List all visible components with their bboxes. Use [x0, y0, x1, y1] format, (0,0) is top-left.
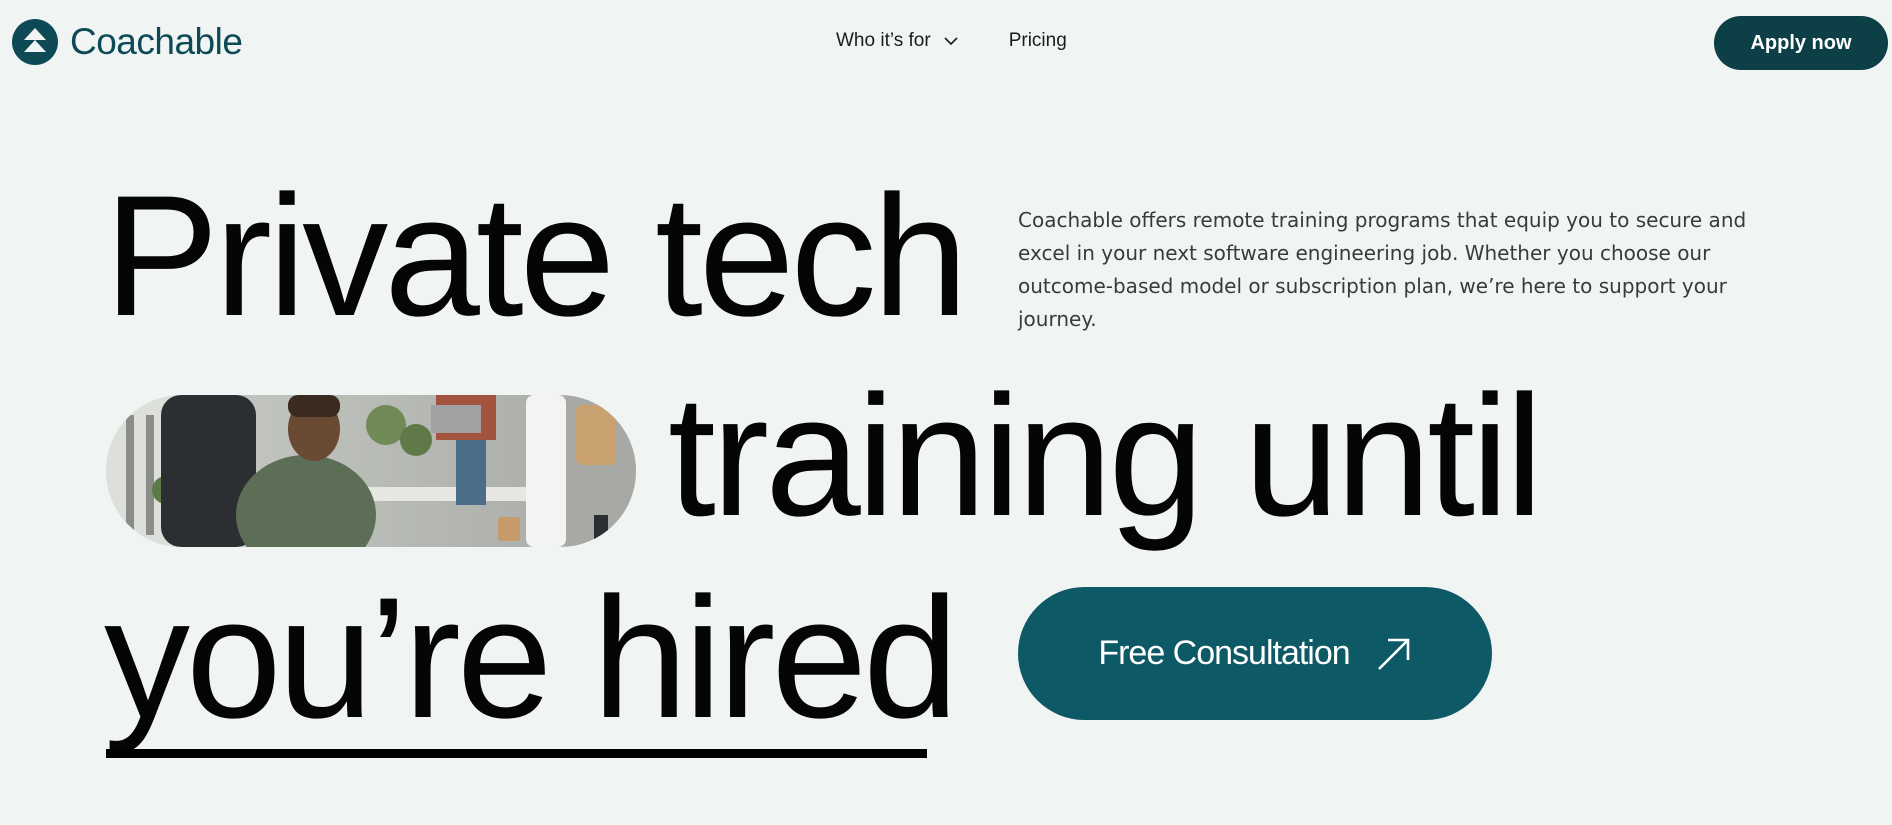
hero-photo — [106, 395, 636, 547]
apply-now-button[interactable]: Apply now — [1714, 16, 1888, 70]
hero-intro-text: Coachable offers remote training program… — [1018, 208, 1747, 331]
arrow-up-right-icon — [1377, 638, 1409, 670]
coachable-logo-icon — [12, 19, 58, 65]
nav-item-pricing[interactable]: Pricing — [1009, 30, 1067, 52]
nav-item-label: Who it’s for — [836, 30, 931, 51]
hero-headline-line-1: Private tech — [104, 160, 968, 352]
headline-underline — [106, 749, 927, 758]
chevron-down-icon — [944, 37, 958, 46]
hero-headline-line-3: you’re hired — [104, 562, 959, 754]
page: Coachable Who it’s for Pricing Apply now… — [0, 0, 1892, 825]
hero-photo-illustration — [106, 395, 636, 547]
main-nav: Who it’s for Pricing — [836, 30, 1067, 52]
nav-item-who-its-for[interactable]: Who it’s for — [836, 30, 959, 52]
cta-label: Free Consultation — [1098, 634, 1350, 672]
free-consultation-button[interactable]: Free Consultation — [1018, 587, 1492, 720]
hero-headline-line-2: training until — [668, 360, 1543, 552]
logo-text: Coachable — [70, 21, 243, 62]
logo-link[interactable]: Coachable — [12, 19, 243, 65]
nav-item-label: Pricing — [1008, 30, 1067, 51]
